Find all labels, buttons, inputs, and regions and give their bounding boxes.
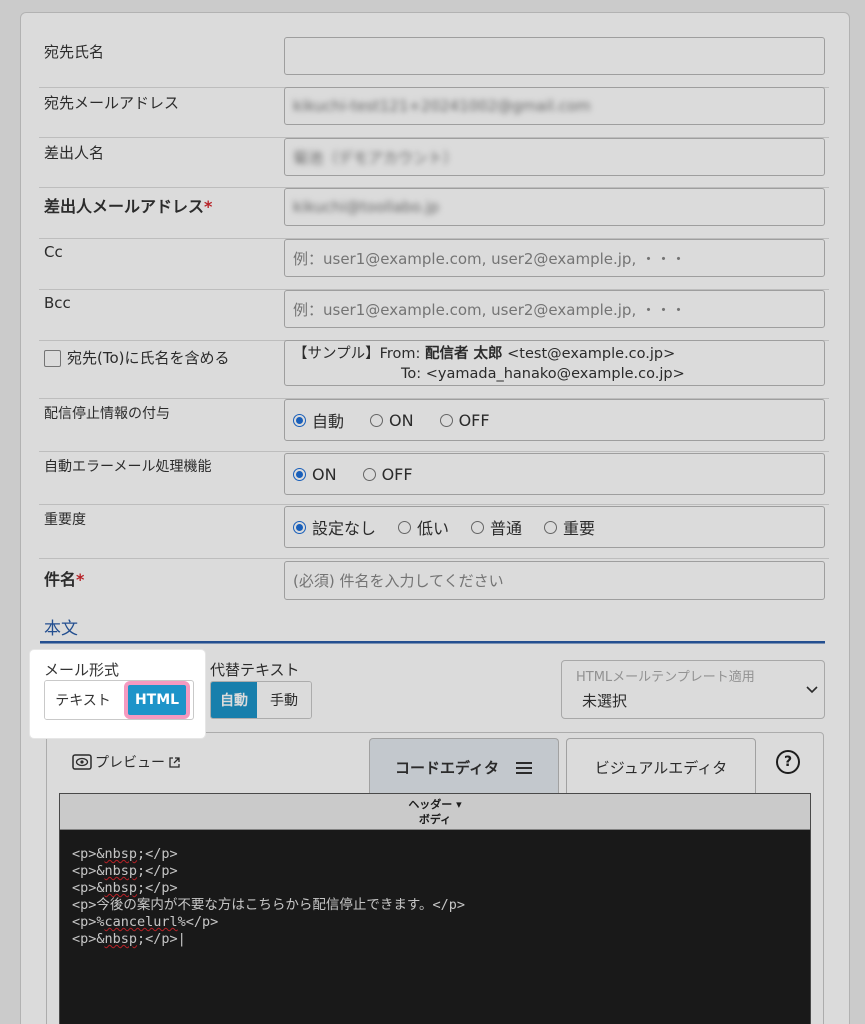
unsubscribe-info-label: 配信停止情報の付与 <box>44 406 170 422</box>
recipient-email-label: 宛先メールアドレス <box>44 94 180 112</box>
code-line: <p>&nbsp;</p>| <box>72 931 186 947</box>
recipient-name-input[interactable] <box>284 37 825 75</box>
external-link-icon <box>169 756 180 768</box>
include-name-checkbox[interactable] <box>44 350 61 367</box>
include-name-sample: 【サンプル】From: 配信者 太郎 <test@example.co.jp> … <box>284 340 825 386</box>
code-line: <p>&nbsp;</p> <box>72 846 178 862</box>
body-section-divider <box>40 641 825 644</box>
chevron-down-icon <box>806 686 818 694</box>
alt-text-label: 代替テキスト <box>210 661 300 679</box>
code-editor[interactable]: ヘッダー ▾ ボディ <p>&nbsp;</p> <p>&nbsp;</p> <… <box>59 793 811 1024</box>
unsubscribe-info-radios: 自動 ON OFF <box>284 399 825 441</box>
auto-error-radios: ON OFF <box>284 453 825 495</box>
priority-radios: 設定なし 低い 普通 重要 <box>284 506 825 548</box>
tab-code-editor[interactable]: コードエディタ <box>369 738 559 796</box>
mail-format-highlight: メール形式 テキスト HTML <box>30 650 205 738</box>
template-select-label: HTMLメールテンプレート適用 <box>576 670 755 685</box>
sender-name-label: 差出人名 <box>44 144 105 162</box>
radio-priority-low[interactable]: 低い <box>398 515 449 539</box>
bcc-input[interactable]: 例：user1@example.com, user2@example.jp, ・… <box>284 290 825 328</box>
auto-error-label: 自動エラーメール処理機能 <box>44 459 212 475</box>
radio-priority-none[interactable]: 設定なし <box>293 515 376 539</box>
recipient-email-input[interactable]: kikuchi-test121+20241002@gmail.com <box>284 87 825 125</box>
recipient-name-label: 宛先氏名 <box>44 43 105 61</box>
code-lines: <p>&nbsp;</p> <p>&nbsp;</p> <p>&nbsp;</p… <box>72 846 465 948</box>
code-line: <p>今後の案内が不要な方はこちらから配信停止できます。</p> <box>72 897 466 913</box>
radio-auto-error-on[interactable]: ON <box>293 465 337 484</box>
bcc-label: Bcc <box>44 294 71 312</box>
mail-format-label: メール形式 <box>44 661 120 679</box>
sender-name-input[interactable]: 菊池（デモアカウント） <box>284 138 825 176</box>
code-line: <p>&nbsp;</p> <box>72 863 178 879</box>
template-select[interactable]: HTMLメールテンプレート適用 未選択 <box>561 660 825 719</box>
body-section-title: 本文 <box>44 619 78 639</box>
cc-input[interactable]: 例：user1@example.com, user2@example.jp, ・… <box>284 239 825 277</box>
code-line: <p>&nbsp;</p> <box>72 880 178 896</box>
cc-label: Cc <box>44 243 63 261</box>
body-label: ボディ <box>418 813 452 826</box>
radio-priority-high[interactable]: 重要 <box>544 515 595 539</box>
help-icon[interactable]: ? <box>776 750 800 774</box>
preview-link[interactable]: プレビュー <box>72 752 180 772</box>
mail-format-html-button[interactable]: HTML <box>124 681 190 719</box>
header-dropdown[interactable]: ヘッダー ▾ <box>60 797 810 812</box>
tab-visual-editor[interactable]: ビジュアルエディタ <box>566 738 756 796</box>
include-name-label: 宛先(To)に氏名を含める <box>44 347 230 368</box>
template-select-value: 未選択 <box>582 692 628 710</box>
sender-email-label: 差出人メールアドレス* <box>44 197 213 216</box>
code-line: <p>%cancelurl%</p> <box>72 914 219 930</box>
radio-auto-error-off[interactable]: OFF <box>362 465 413 484</box>
radio-priority-normal[interactable]: 普通 <box>471 515 522 539</box>
subject-label: 件名* <box>44 570 85 589</box>
alt-text-auto-button[interactable]: 自動 <box>211 682 257 718</box>
mail-format-text-button[interactable]: テキスト <box>45 681 121 719</box>
alt-text-toggle: 自動 手動 <box>210 681 312 719</box>
mail-format-html-wrap: HTML <box>121 681 193 719</box>
radio-unsubscribe-auto[interactable]: 自動 <box>293 408 344 432</box>
sender-email-input[interactable]: kikuchi@toollabo.jp <box>284 188 825 226</box>
code-editor-header: ヘッダー ▾ ボディ <box>60 794 810 830</box>
eye-icon <box>72 754 92 770</box>
radio-unsubscribe-off[interactable]: OFF <box>439 411 490 430</box>
radio-unsubscribe-on[interactable]: ON <box>370 411 414 430</box>
mail-format-toggle: テキスト HTML <box>44 680 194 720</box>
priority-label: 重要度 <box>44 512 86 528</box>
alt-text-manual-button[interactable]: 手動 <box>257 682 311 718</box>
subject-input[interactable]: (必須) 件名を入力してください <box>284 561 825 600</box>
hamburger-menu-icon[interactable] <box>515 761 533 775</box>
